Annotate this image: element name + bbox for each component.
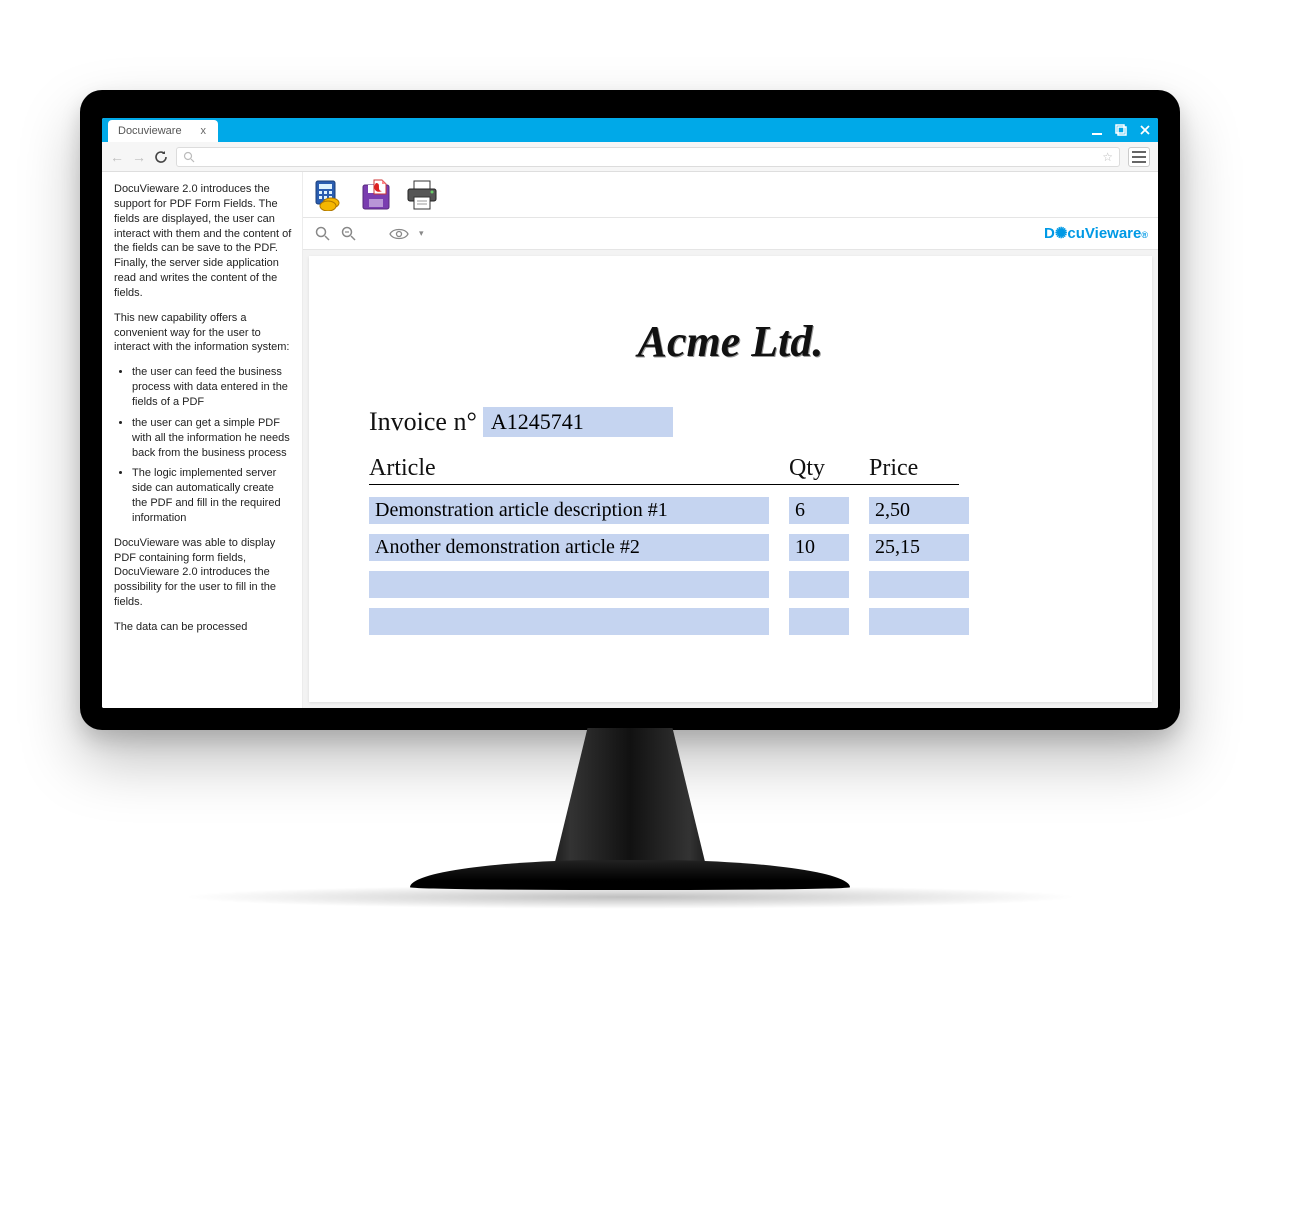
address-bar[interactable]: ☆ [176,147,1120,167]
search-icon [183,151,195,163]
reload-button[interactable] [154,150,168,164]
zoom-out-icon[interactable] [341,226,357,242]
maximize-button[interactable] [1114,123,1128,137]
column-qty: Qty [789,455,869,482]
table-row: Another demonstration article #2 10 25,1… [369,534,1092,561]
sidebar-bullet: the user can feed the business process w… [132,365,292,410]
price-field[interactable]: 25,15 [869,534,969,561]
monitor-shadow [180,885,1080,909]
sidebar-paragraph: The data can be processed [114,620,292,635]
forward-button[interactable]: → [132,149,146,165]
invoice-number-field[interactable]: A1245741 [483,407,673,437]
table-row: Demonstration article description #1 6 2… [369,497,1092,524]
pdf-page: Acme Ltd. Invoice n° A1245741 Article Qt… [309,256,1152,702]
qty-field[interactable] [789,608,849,635]
bookmark-star-icon[interactable]: ☆ [1102,150,1113,164]
tab-close-button[interactable]: x [199,125,209,137]
qty-field[interactable]: 10 [789,534,849,561]
article-field[interactable]: Another demonstration article #2 [369,534,769,561]
save-pdf-button[interactable] [359,178,393,212]
table-row [369,571,1092,598]
document-viewer: ▾ D✺cuVieware® Acme Ltd. Invoice n° A124… [302,172,1158,708]
monitor-stand [545,728,715,868]
back-button[interactable]: ← [110,149,124,165]
article-field[interactable]: Demonstration article description #1 [369,497,769,524]
menu-button[interactable] [1128,147,1150,167]
visibility-icon[interactable] [389,227,409,241]
description-sidebar: DocuVieware 2.0 introduces the support f… [102,172,302,708]
monitor-frame: Docuvieware x ← → [80,90,1180,730]
zoom-in-icon[interactable] [315,226,331,242]
window-controls [1090,118,1152,142]
sidebar-bullet: The logic implemented server side can au… [132,466,292,525]
column-article: Article [369,455,789,482]
sidebar-bullet: the user can get a simple PDF with all t… [132,416,292,461]
qty-field[interactable]: 6 [789,497,849,524]
document-surface[interactable]: Acme Ltd. Invoice n° A1245741 Article Qt… [303,250,1158,708]
viewer-main-toolbar [303,172,1158,218]
sidebar-paragraph: DocuVieware was able to display PDF cont… [114,536,292,610]
column-price: Price [869,455,959,482]
company-name: Acme Ltd. [369,316,1092,367]
browser-tab-strip: Docuvieware x [102,118,1158,142]
article-field[interactable] [369,608,769,635]
print-button[interactable] [405,178,439,212]
minimize-button[interactable] [1090,123,1104,137]
sidebar-paragraph: DocuVieware 2.0 introduces the support f… [114,182,292,301]
sidebar-bullets: the user can feed the business process w… [132,365,292,525]
sidebar-paragraph: This new capability offers a convenient … [114,311,292,356]
invoice-label: Invoice n° [369,407,477,437]
table-row [369,608,1092,635]
tab-title: Docuvieware [118,125,182,137]
price-field[interactable]: 2,50 [869,497,969,524]
article-field[interactable] [369,571,769,598]
calculate-button[interactable] [313,178,347,212]
table-divider [369,484,959,485]
qty-field[interactable] [789,571,849,598]
browser-tab[interactable]: Docuvieware x [108,120,218,142]
table-header: Article Qty Price [369,455,1092,484]
price-field[interactable] [869,571,969,598]
price-field[interactable] [869,608,969,635]
close-window-button[interactable] [1138,123,1152,137]
viewer-brand: D✺cuVieware® [1044,224,1148,242]
browser-toolbar: ← → ☆ [102,142,1158,172]
table-body: Demonstration article description #1 6 2… [369,497,1092,635]
viewer-sub-toolbar: ▾ D✺cuVieware® [303,218,1158,250]
